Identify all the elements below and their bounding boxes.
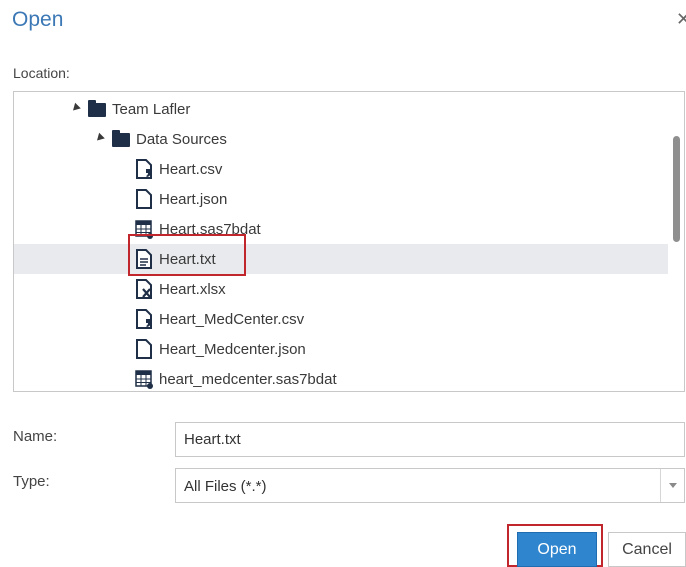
- open-dialog: Open ✕ Location: Team Lafler Data Source…: [0, 0, 686, 567]
- scrollbar-thumb[interactable]: [673, 136, 680, 242]
- tree-item-label: Data Sources: [136, 130, 227, 148]
- open-button[interactable]: Open: [517, 532, 597, 567]
- tree-item-heart-sas7bdat[interactable]: Heart.sas7bdat: [14, 214, 668, 244]
- tree-item-heart-xlsx[interactable]: Heart.xlsx: [14, 274, 668, 304]
- name-input[interactable]: [175, 422, 685, 457]
- location-label: Location:: [13, 65, 70, 81]
- tree-scrollbar[interactable]: [668, 92, 684, 391]
- tree-item-label: Heart_MedCenter.csv: [159, 310, 305, 328]
- tree-item-heart-csv[interactable]: Heart.csv: [14, 154, 668, 184]
- selected-item-highlight: [128, 234, 246, 276]
- expand-triangle-icon[interactable]: [94, 132, 105, 144]
- type-label: Type:: [13, 473, 50, 490]
- tree-item-label: Heart.json: [159, 190, 228, 208]
- tree-item-heart-medcenter-csv[interactable]: Heart_MedCenter.csv: [14, 304, 668, 334]
- type-selected-value: All Files (*.*): [184, 478, 267, 495]
- folder-icon: [88, 100, 106, 117]
- location-tree[interactable]: Team Lafler Data Sources Heart.csv Heart…: [13, 91, 685, 392]
- expand-triangle-icon[interactable]: [70, 102, 81, 114]
- tree-item-heart-medcenter-sas7bdat[interactable]: heart_medcenter.sas7bdat: [14, 364, 668, 391]
- cancel-button[interactable]: Cancel: [608, 532, 686, 567]
- tree-item-data-sources[interactable]: Data Sources: [14, 124, 668, 154]
- excel-file-icon: [136, 279, 152, 299]
- dialog-title: Open: [12, 8, 64, 31]
- close-icon[interactable]: ✕: [676, 10, 686, 28]
- tree-item-label: Heart_Medcenter.json: [159, 340, 306, 358]
- chevron-down-icon[interactable]: [660, 469, 684, 502]
- tree-item-label: Heart.xlsx: [159, 280, 226, 298]
- tree-item-heart-medcenter-json[interactable]: Heart_Medcenter.json: [14, 334, 668, 364]
- tree-item-heart-txt[interactable]: Heart.txt: [14, 244, 668, 274]
- tree-item-heart-json[interactable]: Heart.json: [14, 184, 668, 214]
- tree-item-label: Team Lafler: [112, 100, 191, 118]
- folder-icon: [112, 130, 130, 147]
- tree-item-team-lafler[interactable]: Team Lafler: [14, 94, 668, 124]
- csv-file-icon: [136, 159, 152, 179]
- sas-dataset-icon: [135, 370, 153, 389]
- json-file-icon: [136, 339, 152, 359]
- tree-item-label: Heart.csv: [159, 160, 223, 178]
- csv-file-icon: [136, 309, 152, 329]
- type-select[interactable]: All Files (*.*): [175, 468, 685, 503]
- json-file-icon: [136, 189, 152, 209]
- tree-item-label: heart_medcenter.sas7bdat: [159, 370, 337, 388]
- name-label: Name:: [13, 428, 58, 445]
